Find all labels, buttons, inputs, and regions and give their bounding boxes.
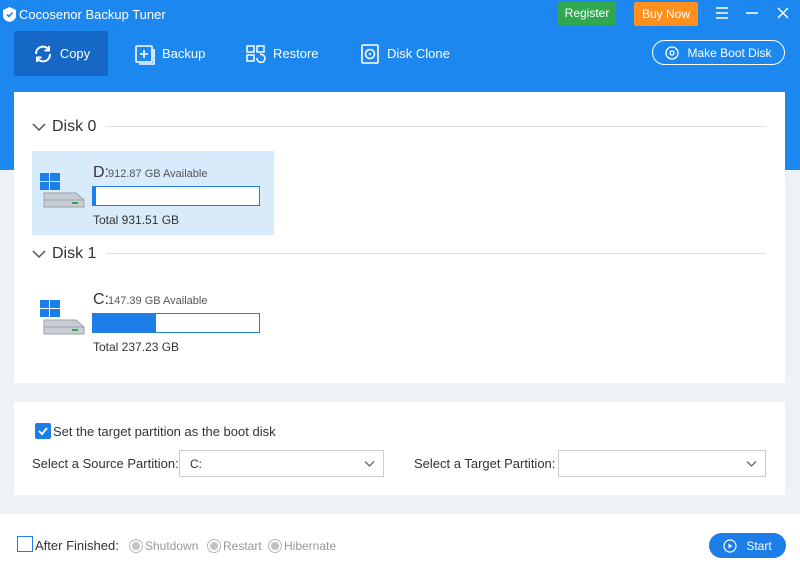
boot-disk-label: Set the target partition as the boot dis… xyxy=(53,423,276,439)
minimize-icon[interactable] xyxy=(743,4,761,22)
tab-backup[interactable]: Backup xyxy=(134,31,205,76)
source-partition-select[interactable]: C: xyxy=(179,450,384,477)
target-partition-label: Select a Target Partition: xyxy=(414,456,556,471)
tab-restore-label: Restore xyxy=(273,46,319,61)
source-partition-value: C: xyxy=(190,456,202,471)
close-icon[interactable] xyxy=(774,4,792,22)
app-title: Cocosenor Backup Tuner xyxy=(19,7,166,22)
partition-available: 147.39 GB Available xyxy=(108,295,208,307)
divider xyxy=(106,253,766,254)
partition-letter: C: xyxy=(93,291,109,308)
boot-disk-option: Set the target partition as the boot dis… xyxy=(35,423,276,439)
radio-icon xyxy=(268,539,282,553)
start-button[interactable]: Start xyxy=(709,533,786,558)
copy-icon xyxy=(34,45,51,62)
start-label: Start xyxy=(746,538,772,553)
play-icon xyxy=(723,538,737,553)
partition-total: Total 931.51 GB xyxy=(93,213,180,227)
make-boot-disk-button[interactable]: Make Boot Disk xyxy=(652,40,785,65)
partition-available: 912.87 GB Available xyxy=(108,168,208,180)
target-partition-select[interactable] xyxy=(558,450,766,477)
source-partition-label: Select a Source Partition: xyxy=(32,456,179,471)
buy-now-button[interactable]: Buy Now xyxy=(634,2,698,26)
divider xyxy=(106,126,766,127)
disk-0-name: Disk 0 xyxy=(52,118,97,135)
partition-d[interactable]: D: 912.87 GB Available Total 931.51 GB xyxy=(32,151,274,235)
disk-clone-icon xyxy=(361,43,379,64)
menu-icon[interactable] xyxy=(713,4,731,22)
radio-shutdown-label: Shutdown xyxy=(145,539,199,553)
boot-disk-checkbox[interactable] xyxy=(35,423,51,439)
title-bar: Cocosenor Backup Tuner Register Buy Now xyxy=(0,0,800,30)
disk-1-header[interactable]: Disk 1 xyxy=(32,244,96,264)
tab-backup-label: Backup xyxy=(162,46,206,61)
radio-restart-label: Restart xyxy=(223,539,262,553)
windows-drive-icon xyxy=(40,173,85,208)
tab-disk-clone-label: Disk Clone xyxy=(387,46,450,61)
restore-icon xyxy=(246,44,266,63)
usage-bar xyxy=(92,313,260,333)
disk-0-header[interactable]: Disk 0 xyxy=(32,117,96,137)
tab-disk-clone[interactable]: Disk Clone xyxy=(359,31,450,76)
chevron-down-icon xyxy=(746,461,757,467)
make-boot-disk-label: Make Boot Disk xyxy=(687,45,772,60)
disk-1-name: Disk 1 xyxy=(52,245,97,262)
usage-fill xyxy=(93,314,157,332)
partition-letter: D: xyxy=(93,164,109,181)
disc-icon xyxy=(665,45,680,60)
chevron-down-icon xyxy=(32,123,46,132)
radio-icon xyxy=(129,539,143,553)
register-button[interactable]: Register xyxy=(558,2,616,25)
partition-c[interactable]: C: 147.39 GB Available Total 237.23 GB xyxy=(32,278,274,362)
usage-fill xyxy=(93,187,97,205)
options-panel: Set the target partition as the boot dis… xyxy=(14,402,785,495)
usage-bar xyxy=(92,186,260,206)
partition-total: Total 237.23 GB xyxy=(93,340,180,354)
tab-restore[interactable]: Restore xyxy=(245,31,319,76)
radio-hibernate[interactable]: Hibernate xyxy=(268,539,336,553)
disk-list-panel: Disk 0 D: 912.87 GB Available Total 931.… xyxy=(14,92,785,383)
chevron-down-icon xyxy=(32,250,46,259)
backup-icon xyxy=(135,44,155,65)
radio-icon xyxy=(207,539,221,553)
tab-copy-label: Copy xyxy=(59,46,91,61)
radio-shutdown[interactable]: Shutdown xyxy=(129,539,198,553)
tab-copy[interactable]: Copy xyxy=(14,31,108,76)
radio-hibernate-label: Hibernate xyxy=(284,539,337,553)
checkmark-icon xyxy=(38,427,48,436)
after-finished-label: After Finished: xyxy=(35,538,119,553)
radio-restart[interactable]: Restart xyxy=(207,539,262,553)
chevron-down-icon xyxy=(364,461,375,467)
after-finished-checkbox[interactable] xyxy=(17,536,33,552)
app-logo-icon xyxy=(3,7,16,22)
footer-bar: After Finished: Shutdown Restart Hiberna… xyxy=(0,514,800,570)
windows-drive-icon xyxy=(40,300,85,335)
